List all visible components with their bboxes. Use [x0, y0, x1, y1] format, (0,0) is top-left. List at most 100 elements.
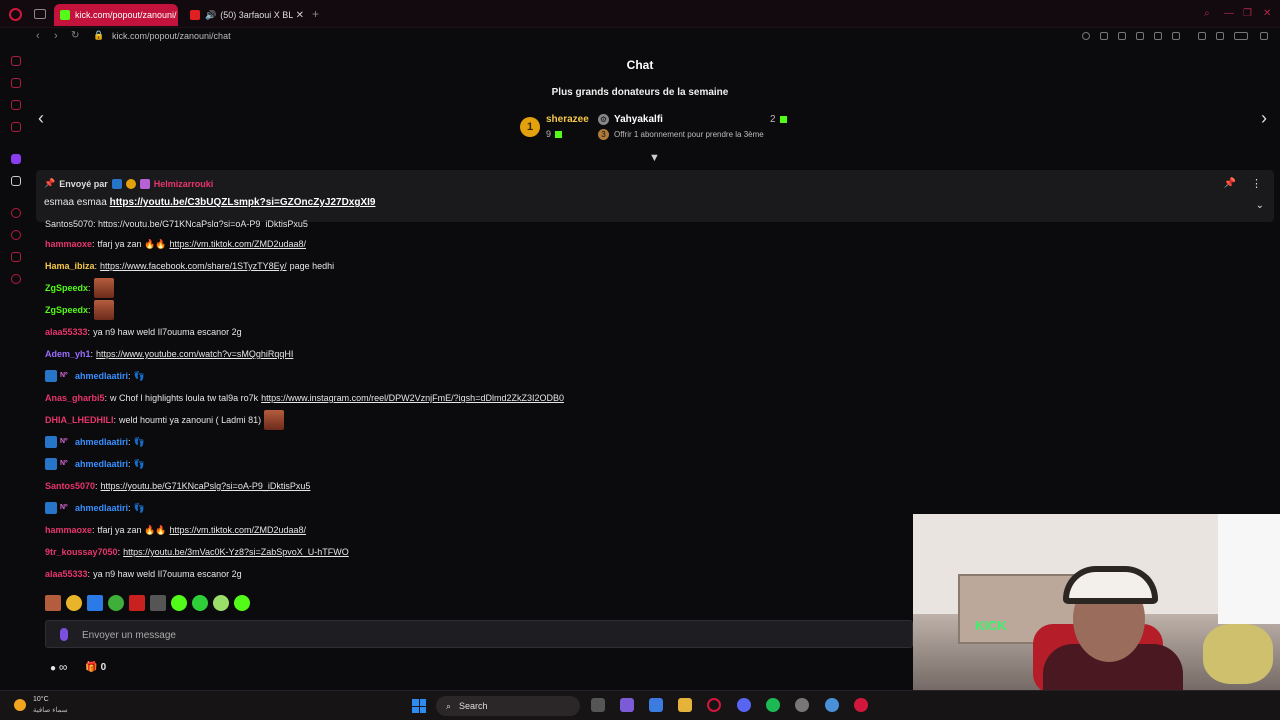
maximize-icon[interactable]: ❐ [1243, 8, 1252, 19]
player-sidebar-icon[interactable] [11, 208, 21, 218]
chat-link[interactable]: https://www.instagram.com/reel/DPW2VznjF… [261, 393, 564, 403]
chat-input-box[interactable] [45, 620, 913, 648]
task-view-icon[interactable] [591, 698, 605, 712]
new-tab-icon[interactable]: + [312, 7, 319, 21]
chat-username[interactable]: alaa55333 [45, 327, 88, 337]
chat-username[interactable]: ZgSpeedx [45, 305, 88, 315]
speaker-icon[interactable]: 🔊 [205, 10, 216, 21]
steam-icon[interactable] [795, 698, 809, 712]
message-input[interactable] [82, 627, 782, 643]
chat-username[interactable]: ahmedlaatiri [75, 503, 128, 513]
chat-username[interactable]: hammaoxe [45, 239, 92, 249]
emote-5[interactable] [129, 595, 145, 611]
chat-link[interactable]: https://vm.tiktok.com/ZMD2udaa8/ [169, 239, 306, 249]
zoom-icon[interactable] [1082, 32, 1090, 40]
gift-counter[interactable]: 🎁 0 [85, 662, 106, 673]
chat-link[interactable]: https://youtu.be/G71KNcaPslg?si=oA-P9_iD… [101, 481, 311, 491]
tab-label: (50) 3arfaoui X BL [220, 10, 294, 20]
x-icon[interactable] [11, 176, 21, 186]
previous-arrow-icon[interactable]: ‹ [38, 108, 44, 129]
emote-image[interactable] [93, 278, 114, 298]
pinned-link[interactable]: https://youtu.be/C3bUQZLsmpk?si=GZOncZyJ… [110, 197, 376, 208]
emote-6[interactable] [150, 595, 166, 611]
emote-10[interactable] [234, 595, 250, 611]
heart-icon[interactable] [1172, 32, 1180, 40]
chat-username[interactable]: Adem_yh1 [45, 349, 91, 359]
chrome-icon[interactable] [825, 698, 839, 712]
forward-icon[interactable]: › [54, 30, 58, 42]
messenger-icon[interactable] [11, 100, 21, 110]
extension-icon[interactable] [1100, 32, 1108, 40]
infinity-points[interactable]: ● ∞ [50, 660, 67, 674]
close-tab-icon[interactable]: ✕ [296, 10, 304, 21]
tab-islands-icon[interactable] [34, 9, 46, 19]
chat-username[interactable]: Anas_gharbi5 [45, 393, 105, 403]
player-icon[interactable] [1154, 32, 1162, 40]
copilot-icon[interactable] [620, 698, 634, 712]
opera-taskbar-icon[interactable] [707, 698, 721, 712]
download-icon[interactable] [1216, 32, 1224, 40]
chat-username[interactable]: ahmedlaatiri [75, 437, 128, 447]
settings-icon[interactable] [11, 274, 21, 284]
chevron-down-icon[interactable]: ⌄ [1256, 200, 1264, 211]
pinboard-icon[interactable] [11, 252, 21, 262]
filter-icon[interactable]: ▼ [649, 152, 660, 164]
profile-icon[interactable] [1198, 32, 1206, 40]
chat-username[interactable]: ahmedlaatiri [75, 371, 128, 381]
url-field[interactable]: kick.com/popout/zanouni/chat [112, 31, 231, 41]
chat-username[interactable]: Hama_ibiza [45, 261, 95, 271]
history-icon[interactable] [11, 230, 21, 240]
microphone-icon[interactable] [60, 628, 68, 641]
emote-8[interactable] [192, 595, 208, 611]
whatsapp-icon[interactable] [11, 122, 21, 132]
more-options-icon[interactable]: ⋮ [1251, 177, 1262, 190]
search-tabs-icon[interactable]: ⌕ [1204, 8, 1210, 19]
chat-text: 👣 [133, 502, 145, 513]
tab-youtube[interactable]: 🔊 (50) 3arfaoui X BL ✕ [184, 4, 310, 26]
emote-image[interactable] [93, 300, 114, 320]
chat-username[interactable]: 9tr_koussay7050 [45, 547, 118, 557]
chat-link[interactable]: https://www.youtube.com/watch?v=sMQghiRq… [96, 349, 293, 359]
twitch-icon[interactable] [11, 154, 21, 164]
emote-7[interactable] [171, 595, 187, 611]
discord-icon[interactable] [737, 698, 751, 712]
chat-username[interactable]: DHIA_LHEDHILI [45, 415, 114, 425]
emote-4[interactable] [108, 595, 124, 611]
spotify-icon[interactable] [766, 698, 780, 712]
unpin-icon[interactable]: 📌 [1224, 178, 1236, 189]
webcam-overlay[interactable]: KICK [913, 514, 1280, 690]
opera-gx-icon[interactable] [854, 698, 868, 712]
next-arrow-icon[interactable]: › [1261, 108, 1267, 129]
store-icon[interactable] [649, 698, 663, 712]
chat-text: 👣 [133, 436, 145, 447]
pinned-sender[interactable]: Helmizarrouki [154, 179, 214, 189]
file-explorer-icon[interactable] [678, 698, 692, 712]
chat-username[interactable]: hammaoxe [45, 525, 92, 535]
minimize-icon[interactable]: — [1224, 8, 1234, 19]
reload-icon[interactable]: ↻ [71, 30, 79, 41]
chat-username[interactable]: alaa55333 [45, 569, 88, 579]
emote-2[interactable] [66, 595, 82, 611]
chat-link[interactable]: https://www.facebook.com/share/1STyzTY8E… [100, 261, 287, 271]
ai-icon[interactable] [1234, 32, 1248, 40]
emote-9[interactable] [213, 595, 229, 611]
taskbar-search[interactable]: ⌕ Search [436, 696, 580, 716]
emote-image[interactable] [264, 410, 285, 430]
emote-3[interactable] [87, 595, 103, 611]
close-window-icon[interactable]: ✕ [1263, 8, 1271, 19]
chat-username[interactable]: Santos5070 [45, 481, 95, 491]
emote-1[interactable] [45, 595, 61, 611]
back-icon[interactable]: ‹ [36, 30, 40, 42]
tab-kick-chat[interactable]: kick.com/popout/zanouni/ [54, 4, 178, 26]
adblock-icon[interactable] [1136, 32, 1144, 40]
chat-link[interactable]: https://youtu.be/3mVac0K-Yz8?si=ZabSpvoX… [123, 547, 349, 557]
snapshot-icon[interactable] [1118, 32, 1126, 40]
weather-moon-icon[interactable] [14, 699, 26, 711]
chat-username[interactable]: ahmedlaatiri [75, 459, 128, 469]
chat-username[interactable]: ZgSpeedx [45, 283, 88, 293]
opera-logo-icon[interactable] [9, 8, 22, 21]
chat-message: Nº ahmedlaatiri: 👣 [45, 501, 145, 515]
menu-icon[interactable] [1260, 32, 1268, 40]
windows-start-icon[interactable] [412, 699, 426, 713]
chat-link[interactable]: https://vm.tiktok.com/ZMD2udaa8/ [169, 525, 306, 535]
